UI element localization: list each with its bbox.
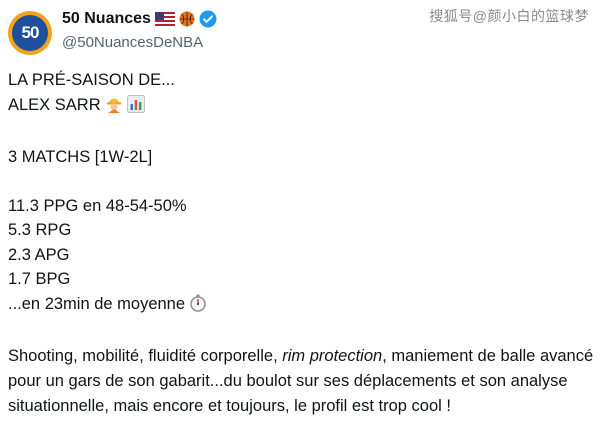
tweet-body: LA PRÉ-SAISON DE... ALEX SARR 3 MATCHS [… [8, 68, 595, 419]
verified-icon [199, 10, 217, 28]
avatar[interactable]: 50 [8, 11, 52, 55]
para-part1: Shooting, mobilité, fluidité corporelle, [8, 346, 283, 365]
handle[interactable]: @50NuancesDeNBA [62, 34, 203, 51]
watermark: 搜狐号@颜小白的篮球梦 [429, 8, 589, 24]
construction-worker-icon [105, 95, 123, 121]
tweet-paragraph: Shooting, mobilité, fluidité corporelle,… [8, 344, 595, 419]
stopwatch-icon [189, 294, 207, 320]
basketball-icon [179, 11, 195, 27]
minutes-text: ...en 23min de moyenne [8, 294, 186, 313]
bar-chart-icon [126, 94, 145, 121]
us-flag-icon [154, 12, 175, 26]
player-name: ALEX SARR [8, 95, 101, 114]
avatar-text: 50 [12, 15, 48, 51]
stat-line: 11.3 PPG en 48-54-50% [8, 196, 187, 215]
stat-line: 2.3 APG [8, 245, 70, 264]
para-emphasis: rim protection [282, 346, 383, 365]
name-row: 50 Nuances [62, 10, 217, 28]
display-name[interactable]: 50 Nuances [62, 10, 151, 28]
tweet-line: 3 MATCHS [1W-2L] [8, 147, 153, 166]
stat-line: 1.7 BPG [8, 270, 71, 288]
stat-line: ...en 23min de moyenne [8, 292, 595, 320]
stat-line: 5.3 RPG [8, 221, 72, 239]
tweet-line: ALEX SARR [8, 93, 595, 121]
tweet-line: LA PRÉ-SAISON DE... [8, 71, 175, 89]
